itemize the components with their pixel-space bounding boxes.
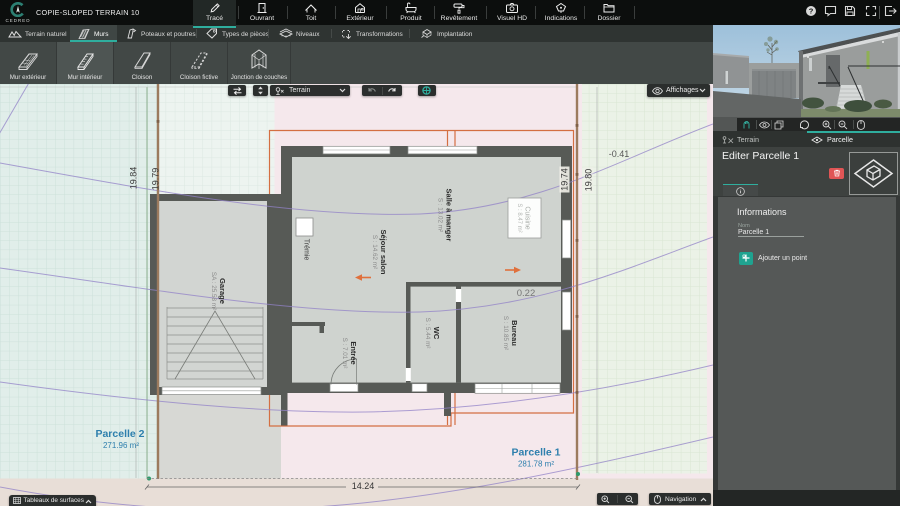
svg-text:Cuisine: Cuisine (524, 206, 531, 229)
svg-text:Parcelle 1: Parcelle 1 (511, 447, 560, 459)
svg-text:?: ? (809, 7, 814, 16)
svg-text:S : 14.62 m²: S : 14.62 m² (371, 235, 378, 269)
svg-text:19.80: 19.80 (584, 169, 594, 192)
svg-text:S : 10.85 m²: S : 10.85 m² (502, 316, 509, 350)
svg-text:14.24: 14.24 (352, 481, 375, 491)
svg-text:Bureau: Bureau (510, 320, 519, 346)
svg-text:SA : 25.58 m²: SA : 25.58 m² (210, 272, 217, 310)
svg-text:Parcelle 2: Parcelle 2 (95, 428, 144, 440)
svg-text:S : 8.47 m²: S : 8.47 m² (516, 203, 522, 232)
svg-text:Séjour salon: Séjour salon (379, 229, 388, 274)
svg-text:0.22: 0.22 (517, 288, 536, 299)
svg-text:-0.41: -0.41 (609, 149, 630, 159)
svg-text:19.79: 19.79 (151, 168, 161, 191)
svg-text:WC: WC (432, 327, 441, 340)
svg-text:Entrée: Entrée (349, 341, 358, 364)
svg-text:S : 5.44 m²: S : 5.44 m² (424, 318, 431, 349)
svg-text:281.78 m²: 281.78 m² (518, 460, 554, 469)
svg-text:Garage: Garage (218, 278, 227, 304)
svg-text:Trémie: Trémie (303, 239, 310, 261)
svg-text:19.74: 19.74 (560, 168, 570, 191)
svg-text:Salle à manger: Salle à manger (445, 189, 454, 242)
svg-text:271.96 m²: 271.96 m² (103, 441, 139, 450)
svg-text:S : 13.02 m²: S : 13.02 m² (437, 198, 444, 232)
svg-text:19.84: 19.84 (129, 167, 139, 190)
svg-text:S : 7.01 m²: S : 7.01 m² (341, 338, 348, 369)
